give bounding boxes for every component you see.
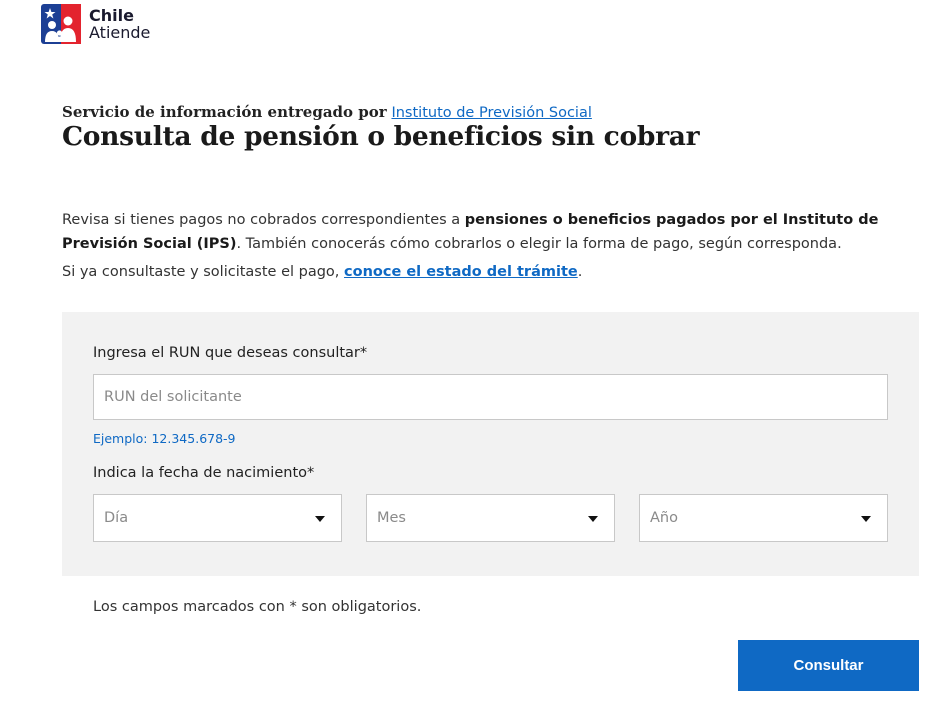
- provider-label: Servicio de información entregado por: [62, 103, 387, 121]
- birthdate-label: Indica la fecha de nacimiento*: [93, 465, 315, 481]
- logo-text-chile: Chile: [89, 6, 134, 25]
- year-select-value: Año: [650, 510, 678, 526]
- chile-atiende-logo-icon: [41, 4, 81, 44]
- intro-paragraph: Revisa si tienes pagos no cobrados corre…: [62, 208, 912, 256]
- day-select[interactable]: Día: [93, 494, 342, 542]
- run-hint: Ejemplo: 12.345.678-9: [93, 431, 236, 446]
- year-select[interactable]: Año: [639, 494, 888, 542]
- chevron-down-icon: [588, 516, 598, 522]
- month-select-value: Mes: [377, 510, 406, 526]
- run-label: Ingresa el RUN que deseas consultar*: [93, 345, 368, 361]
- day-select-value: Día: [104, 510, 129, 526]
- consulta-form-panel: Ingresa el RUN que deseas consultar* Eje…: [62, 312, 919, 576]
- status-end: .: [577, 264, 583, 280]
- chevron-down-icon: [861, 516, 871, 522]
- chile-atiende-logo[interactable]: Chile Atiende: [41, 4, 150, 44]
- status-link[interactable]: conoce el estado del trámite: [344, 264, 578, 280]
- run-input[interactable]: [93, 374, 888, 420]
- month-select[interactable]: Mes: [366, 494, 615, 542]
- provider-line: Servicio de información entregado por In…: [62, 103, 592, 121]
- page-title: Consulta de pensión o beneficios sin cob…: [62, 121, 700, 152]
- chevron-down-icon: [315, 516, 325, 522]
- intro-text-end: . También conocerás cómo cobrarlos o ele…: [236, 236, 842, 252]
- provider-link[interactable]: Instituto de Previsión Social: [391, 105, 591, 121]
- status-paragraph: Si ya consultaste y solicitaste el pago,…: [62, 264, 582, 280]
- status-text: Si ya consultaste y solicitaste el pago,: [62, 264, 340, 280]
- intro-text-start: Revisa si tienes pagos no cobrados corre…: [62, 212, 461, 228]
- logo-text-atiende: Atiende: [89, 23, 151, 42]
- consultar-button[interactable]: Consultar: [738, 640, 919, 691]
- required-fields-note: Los campos marcados con * son obligatori…: [93, 599, 422, 615]
